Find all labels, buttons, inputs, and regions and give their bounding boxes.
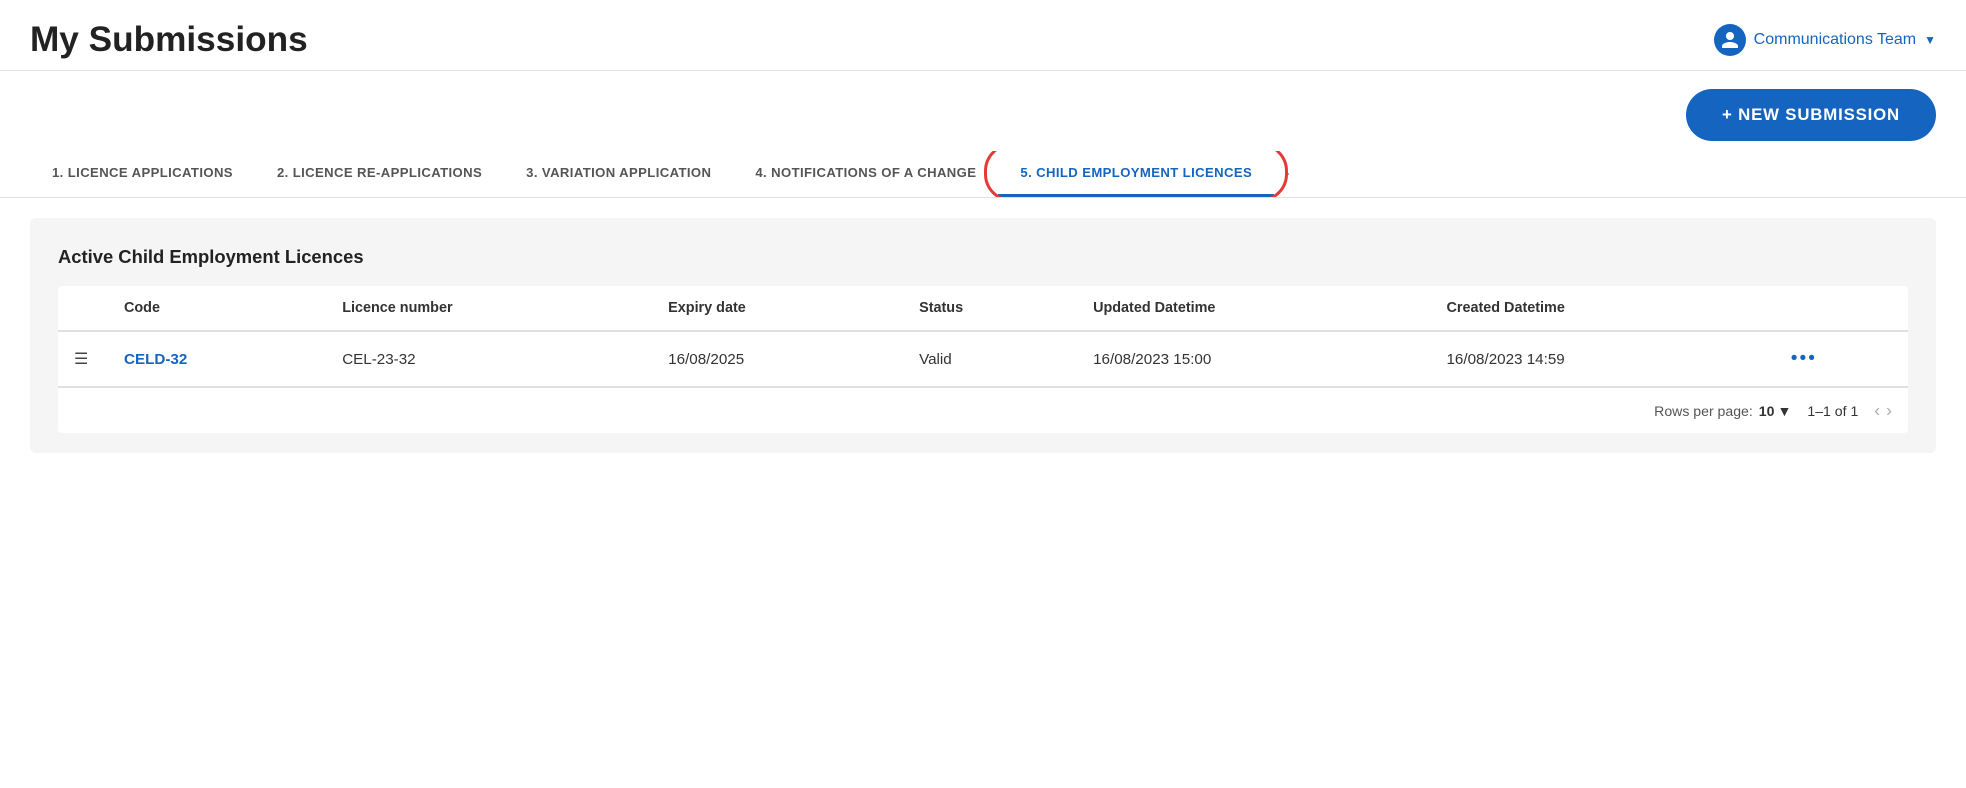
- new-submission-button[interactable]: + NEW SUBMISSION: [1686, 89, 1936, 141]
- rows-dropdown-arrow: ▼: [1777, 403, 1791, 419]
- header: My Submissions Communications Team ▼: [0, 0, 1966, 71]
- rows-per-page-value: 10: [1759, 403, 1775, 419]
- next-page-arrow[interactable]: ›: [1886, 400, 1892, 421]
- col-code: Code: [108, 286, 326, 331]
- chevron-down-icon: ▼: [1924, 33, 1936, 47]
- row-more-actions[interactable]: •••: [1775, 331, 1908, 387]
- user-avatar-icon: [1714, 24, 1746, 56]
- col-created-datetime: Created Datetime: [1430, 286, 1774, 331]
- more-actions-icon[interactable]: •••: [1791, 348, 1817, 369]
- licences-table: Code Licence number Expiry date Status U…: [58, 286, 1908, 387]
- prev-page-arrow[interactable]: ‹: [1874, 400, 1880, 421]
- pagination-row: Rows per page: 10 ▼ 1–1 of 1 ‹ ›: [58, 387, 1908, 433]
- table-row: ☰ CELD-32 CEL-23-32 16/08/2025 Valid 16/…: [58, 331, 1908, 387]
- rows-per-page-label: Rows per page:: [1654, 403, 1753, 419]
- user-menu[interactable]: Communications Team ▼: [1714, 24, 1936, 56]
- row-expiry-date: 16/08/2025: [652, 331, 903, 387]
- document-icon: ☰: [74, 351, 88, 368]
- row-updated-datetime: 16/08/2023 15:00: [1077, 331, 1430, 387]
- row-code[interactable]: CELD-32: [108, 331, 326, 387]
- col-expiry-date: Expiry date: [652, 286, 903, 331]
- licences-table-container: Code Licence number Expiry date Status U…: [58, 286, 1908, 433]
- tab-licence-reapplications[interactable]: 2. LICENCE RE-APPLICATIONS: [255, 151, 504, 197]
- row-doc-icon: ☰: [58, 331, 108, 387]
- celd-link[interactable]: CELD-32: [124, 351, 187, 368]
- rows-per-page-dropdown[interactable]: 10 ▼: [1759, 403, 1792, 419]
- row-created-datetime: 16/08/2023 14:59: [1430, 331, 1774, 387]
- tab-child-employment-licences[interactable]: 5. CHILD EMPLOYMENT LICENCES: [998, 151, 1274, 197]
- row-licence-number: CEL-23-32: [326, 331, 652, 387]
- table-header-row: Code Licence number Expiry date Status U…: [58, 286, 1908, 331]
- user-name-label: Communications Team: [1754, 31, 1916, 49]
- tab-more-icon[interactable]: ›: [1274, 151, 1299, 197]
- row-status: Valid: [903, 331, 1077, 387]
- col-updated-datetime: Updated Datetime: [1077, 286, 1430, 331]
- col-licence-number: Licence number: [326, 286, 652, 331]
- content-area: Active Child Employment Licences Code Li…: [30, 218, 1936, 453]
- col-status: Status: [903, 286, 1077, 331]
- toolbar: + NEW SUBMISSION: [0, 71, 1966, 151]
- tab-licence-applications[interactable]: 1. LICENCE APPLICATIONS: [30, 151, 255, 197]
- rows-per-page-control: Rows per page: 10 ▼: [1654, 403, 1791, 419]
- tab-notifications-of-change[interactable]: 4. NOTIFICATIONS OF A CHANGE: [733, 151, 998, 197]
- page-title: My Submissions: [30, 20, 308, 60]
- tab-variation-application[interactable]: 3. VARIATION APPLICATION: [504, 151, 733, 197]
- pagination-nav: ‹ ›: [1874, 400, 1892, 421]
- col-icon: [58, 286, 108, 331]
- col-actions: [1775, 286, 1908, 331]
- tabs-container: 1. LICENCE APPLICATIONS 2. LICENCE RE-AP…: [0, 151, 1966, 198]
- page-info: 1–1 of 1: [1807, 403, 1858, 419]
- section-title: Active Child Employment Licences: [58, 246, 1908, 268]
